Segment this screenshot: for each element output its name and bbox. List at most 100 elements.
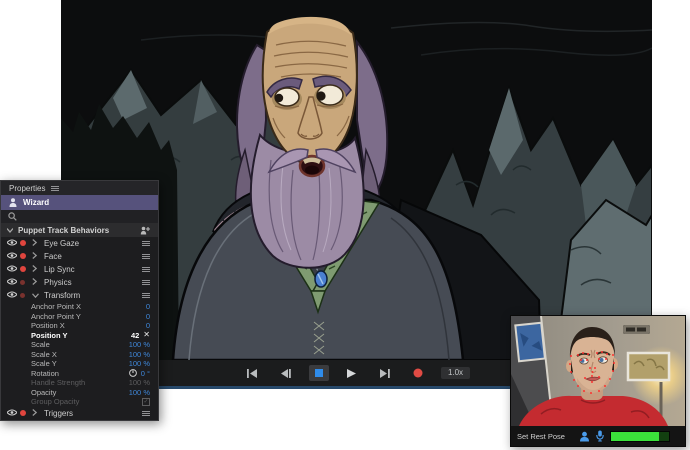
behavior-menu-icon[interactable] (142, 410, 150, 417)
prop-label: Group Opacity (31, 397, 80, 407)
play-button[interactable] (342, 365, 362, 381)
prop-row-anchor-point-y[interactable]: Anchor Point Y 0 (1, 312, 158, 322)
go-to-start-button[interactable] (243, 365, 263, 381)
prop-value[interactable]: 0 (146, 302, 150, 311)
prop-label: Opacity (31, 387, 57, 397)
playback-speed[interactable]: 1.0x (440, 367, 471, 379)
chevron-right-icon[interactable] (32, 265, 44, 274)
prop-row-opacity[interactable]: Opacity 100 % (1, 388, 158, 398)
arm-record-dot[interactable] (20, 409, 32, 418)
prop-label: Anchor Point Y (31, 311, 81, 321)
prop-label: Scale (31, 340, 50, 350)
behavior-menu-icon[interactable] (142, 240, 150, 247)
microphone-icon[interactable] (596, 430, 604, 442)
step-forward-button[interactable] (375, 365, 395, 381)
properties-tab[interactable]: Properties (9, 184, 45, 193)
rotation-dial-icon[interactable] (128, 369, 137, 378)
prop-row-position-y[interactable]: Position Y 42 ✕ (1, 331, 158, 341)
behavior-menu-icon[interactable] (142, 292, 150, 299)
audio-level-fill (610, 431, 659, 441)
behaviors-header-label: Puppet Track Behaviors (18, 226, 110, 235)
prop-label: Rotation (31, 368, 59, 378)
behavior-row-transform[interactable]: Transform (1, 289, 158, 302)
add-behavior-icon[interactable] (140, 226, 150, 235)
prop-row-rotation[interactable]: Rotation 0 ° (1, 369, 158, 379)
record-button[interactable] (408, 365, 428, 381)
stop-button[interactable] (308, 365, 329, 381)
behavior-row-physics[interactable]: Physics (1, 276, 158, 289)
chevron-right-icon[interactable] (32, 252, 44, 261)
arm-record-dot[interactable] (20, 239, 32, 248)
visibility-eye-icon[interactable] (6, 252, 20, 261)
audio-level-meter (609, 430, 670, 442)
behavior-label: Lip Sync (44, 265, 75, 274)
behavior-row-face[interactable]: Face (1, 250, 158, 263)
checkbox-icon: ✓ (142, 397, 150, 406)
behavior-row-triggers[interactable]: Triggers (1, 407, 158, 420)
chevron-right-icon[interactable] (32, 408, 44, 418)
prop-value[interactable]: 0 ° (141, 369, 150, 378)
behavior-row-eye-gaze[interactable]: Eye Gaze (1, 237, 158, 250)
prop-label: Handle Strength (31, 378, 86, 388)
visibility-eye-icon[interactable] (6, 265, 20, 274)
prop-row-scale-x[interactable]: Scale X 100 % (1, 350, 158, 360)
set-rest-pose-button[interactable]: Set Rest Pose (517, 432, 565, 441)
prop-row-scale[interactable]: Scale 100 % (1, 340, 158, 350)
search-row[interactable] (1, 210, 158, 224)
behavior-label: Triggers (44, 408, 74, 418)
close-icon[interactable]: ✕ (143, 331, 150, 339)
prop-value[interactable]: 42 (131, 331, 139, 340)
arm-record-dot[interactable] (20, 291, 32, 300)
properties-tab-bar: Properties (1, 181, 158, 195)
behavior-label: Transform (44, 291, 81, 300)
chevron-right-icon[interactable] (32, 278, 44, 287)
arm-record-dot[interactable] (20, 278, 32, 287)
behavior-row-lip-sync[interactable]: Lip Sync (1, 263, 158, 276)
step-back-button[interactable] (276, 365, 296, 381)
visibility-eye-icon[interactable] (6, 291, 20, 300)
prop-label: Position Y (31, 330, 68, 340)
properties-panel: Properties Wizard Puppet Track Behaviors… (0, 180, 159, 421)
behavior-menu-icon[interactable] (142, 279, 150, 286)
prop-value[interactable]: 100 % (129, 359, 150, 368)
visibility-eye-icon[interactable] (6, 409, 20, 418)
chevron-down-icon[interactable] (32, 291, 44, 300)
face-tracking-camera-icon[interactable] (579, 431, 590, 442)
behavior-menu-icon[interactable] (142, 253, 150, 260)
camera-control-bar: Set Rest Pose (511, 426, 685, 446)
prop-value[interactable]: 0 (146, 312, 150, 321)
prop-value[interactable]: 100 % (129, 388, 150, 397)
behavior-label: Physics (44, 278, 72, 287)
visibility-eye-icon[interactable] (6, 278, 20, 287)
prop-row-handle-strength: Handle Strength 100 % (1, 378, 158, 388)
prop-label: Position X (31, 321, 65, 331)
arm-record-dot[interactable] (20, 252, 32, 261)
puppet-row-wizard[interactable]: Wizard (1, 195, 158, 210)
camera-panel: Set Rest Pose (510, 315, 686, 447)
prop-row-position-x[interactable]: Position X 0 (1, 321, 158, 331)
prop-row-group-opacity: Group Opacity ✓ (1, 397, 158, 407)
prop-value[interactable]: 0 (146, 321, 150, 330)
prop-value[interactable]: 100 % (129, 350, 150, 359)
picture-frame-blue (514, 321, 547, 363)
puppet-name: Wizard (23, 198, 50, 207)
puppet-icon (9, 198, 17, 207)
prop-row-anchor-point-x[interactable]: Anchor Point X 0 (1, 302, 158, 312)
prop-row-scale-y[interactable]: Scale Y 100 % (1, 359, 158, 369)
prop-label: Scale X (31, 349, 57, 359)
visibility-eye-icon[interactable] (6, 239, 20, 248)
behavior-label: Eye Gaze (44, 239, 80, 248)
behaviors-section-header[interactable]: Puppet Track Behaviors (1, 224, 158, 237)
behavior-label: Face (44, 252, 62, 261)
air-vent (623, 325, 650, 334)
prop-value[interactable]: 100 % (129, 340, 150, 349)
panel-menu-icon[interactable] (51, 185, 60, 192)
chevron-down-icon (7, 228, 13, 233)
search-icon (8, 212, 17, 221)
chevron-right-icon[interactable] (32, 239, 44, 248)
prop-value: 100 % (128, 378, 150, 388)
prop-label: Anchor Point X (31, 302, 82, 312)
arm-record-dot[interactable] (20, 265, 32, 274)
picture-frame-gold (626, 351, 671, 382)
behavior-menu-icon[interactable] (142, 266, 150, 273)
